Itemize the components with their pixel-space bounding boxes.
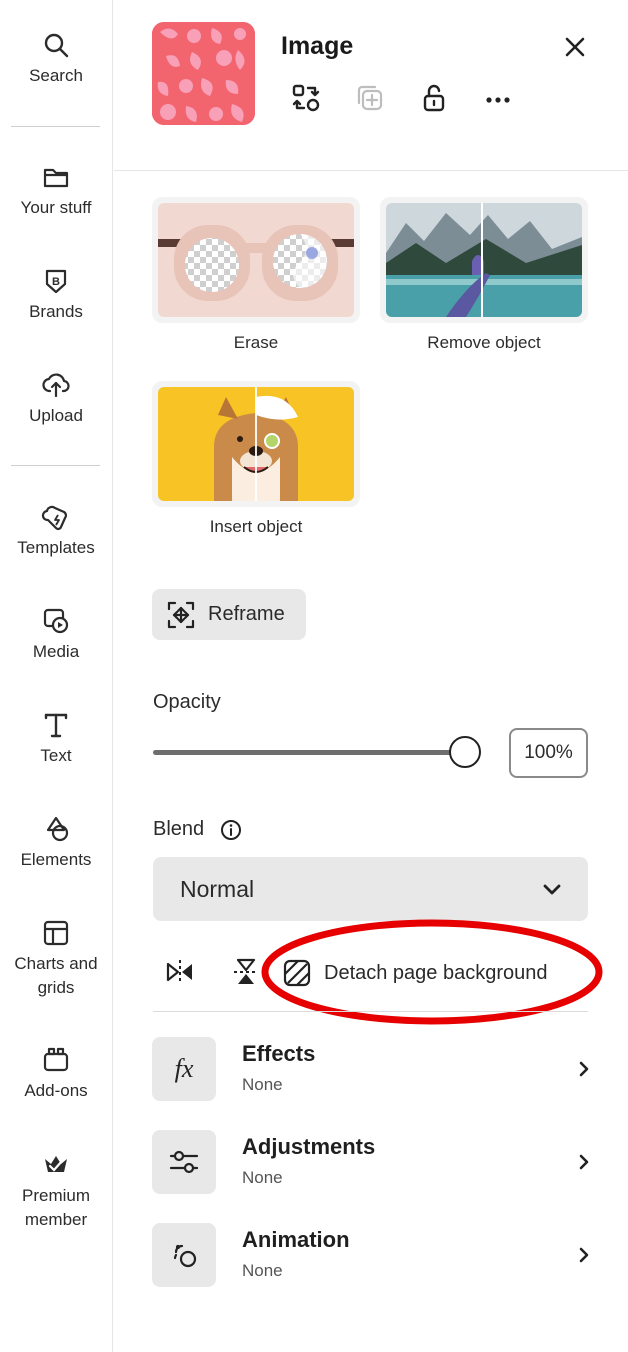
- opacity-label: Opacity: [153, 691, 221, 713]
- animation-value: None: [242, 1261, 283, 1280]
- rail-label: Elements: [20, 850, 92, 869]
- chevron-right-icon: [579, 1247, 589, 1263]
- adjustments-row[interactable]: Adjustments None: [152, 1130, 592, 1196]
- more-icon: [486, 97, 510, 103]
- blend-label: Blend: [153, 818, 205, 840]
- rail-item-brands[interactable]: B Brands: [0, 266, 112, 324]
- erase-label: Erase: [233, 333, 279, 352]
- chevron-right-icon: [579, 1154, 589, 1170]
- rail-label: Charts and grids: [14, 954, 98, 997]
- close-button[interactable]: [558, 30, 592, 64]
- svg-text:fx: fx: [175, 1054, 194, 1083]
- remove-object-preview-image: [386, 203, 582, 317]
- elements-icon: [46, 816, 69, 842]
- insert-object-card[interactable]: [152, 381, 360, 507]
- rail-label: Upload: [29, 406, 83, 425]
- rail-divider: [11, 126, 100, 127]
- opacity-slider-track[interactable]: [153, 750, 465, 755]
- image-thumbnail: [152, 22, 255, 125]
- reframe-label: Reframe: [208, 603, 285, 625]
- opacity-slider-thumb[interactable]: [449, 736, 481, 768]
- effects-title: Effects: [242, 1041, 316, 1066]
- replace-button[interactable]: [288, 80, 324, 116]
- charts-icon: [43, 920, 69, 946]
- blend-mode-select[interactable]: Normal: [153, 857, 588, 921]
- upload-icon: [42, 373, 70, 398]
- rail-item-search[interactable]: Search: [0, 30, 112, 88]
- reframe-button[interactable]: Reframe: [152, 589, 306, 640]
- detach-background-icon: [283, 959, 311, 987]
- replace-icon: [292, 84, 320, 112]
- rail-item-media[interactable]: Media: [0, 606, 112, 664]
- svg-text:B: B: [52, 276, 60, 288]
- reframe-icon: [167, 601, 195, 628]
- text-icon: [44, 713, 68, 738]
- duplicate-icon: [357, 85, 383, 111]
- flip-horizontal-icon: [166, 960, 192, 984]
- rail-label: Your stuff: [20, 198, 92, 217]
- brand-icon: B: [45, 269, 67, 294]
- adjustments-value: None: [242, 1168, 283, 1187]
- chevron-down-icon: [543, 884, 561, 895]
- remove-object-card[interactable]: [380, 197, 588, 323]
- flip-vertical-button[interactable]: [228, 954, 264, 990]
- rail-item-charts-grids[interactable]: Charts and grids: [0, 918, 112, 1000]
- rail-item-premium[interactable]: Premium member: [0, 1150, 112, 1232]
- rail-label: Text: [40, 746, 72, 765]
- rail-label: Search: [29, 66, 83, 85]
- effects-value: None: [242, 1075, 283, 1094]
- opacity-value-field[interactable]: 100%: [509, 728, 588, 778]
- rail-item-your-stuff[interactable]: Your stuff: [0, 162, 112, 220]
- effects-row[interactable]: fx Effects None: [152, 1037, 592, 1103]
- chevron-right-icon: [579, 1061, 589, 1077]
- rail-item-templates[interactable]: Templates: [0, 502, 112, 560]
- animation-title: Animation: [242, 1227, 350, 1252]
- addons-icon: [43, 1047, 69, 1072]
- media-icon: [43, 608, 69, 634]
- rail-label: Premium member: [21, 1186, 90, 1229]
- remove-object-label: Remove object: [427, 333, 541, 352]
- animation-icon: [152, 1223, 216, 1287]
- rail-label: Brands: [29, 302, 83, 321]
- rail-item-text[interactable]: Text: [0, 710, 112, 768]
- templates-icon: [41, 505, 68, 531]
- crown-icon: [45, 1156, 67, 1172]
- detach-page-background-button[interactable]: Detach page background: [282, 952, 548, 994]
- flip-vertical-icon: [234, 958, 258, 984]
- animation-row[interactable]: Animation None: [152, 1223, 592, 1289]
- search-icon: [44, 33, 69, 58]
- rail-divider: [11, 465, 100, 466]
- erase-card[interactable]: [152, 197, 360, 323]
- sliders-icon: [152, 1130, 216, 1194]
- more-options-button[interactable]: [480, 80, 516, 116]
- rail-item-upload[interactable]: Upload: [0, 370, 112, 428]
- blend-mode-value: Normal: [180, 875, 255, 902]
- header-divider: [114, 170, 628, 171]
- duplicate-button[interactable]: [352, 80, 388, 116]
- detach-page-background-label: Detach page background: [324, 961, 548, 984]
- rail-item-elements[interactable]: Elements: [0, 814, 112, 872]
- left-rail: Search Your stuff B Brands Upload Templa…: [0, 0, 113, 1352]
- erase-preview-image: [158, 203, 354, 317]
- fx-icon: fx: [152, 1037, 216, 1101]
- info-icon: [221, 820, 241, 840]
- rail-label: Templates: [17, 538, 95, 557]
- rail-label: Add-ons: [24, 1081, 88, 1100]
- unlock-icon: [423, 84, 445, 112]
- folder-icon: [43, 168, 69, 188]
- rail-item-add-ons[interactable]: Add-ons: [0, 1045, 112, 1103]
- insert-object-label: Insert object: [209, 517, 303, 536]
- image-properties-panel: Image Erase Remove object Insert object …: [114, 0, 628, 1352]
- flip-horizontal-button[interactable]: [162, 954, 198, 990]
- lock-button[interactable]: [416, 80, 452, 116]
- close-icon: [565, 37, 585, 57]
- insert-object-preview-image: [158, 387, 354, 501]
- rail-label: Media: [32, 642, 80, 661]
- panel-title: Image: [281, 32, 354, 60]
- tools-divider: [153, 1011, 588, 1012]
- blend-info-button[interactable]: [220, 819, 242, 846]
- adjustments-title: Adjustments: [242, 1134, 376, 1159]
